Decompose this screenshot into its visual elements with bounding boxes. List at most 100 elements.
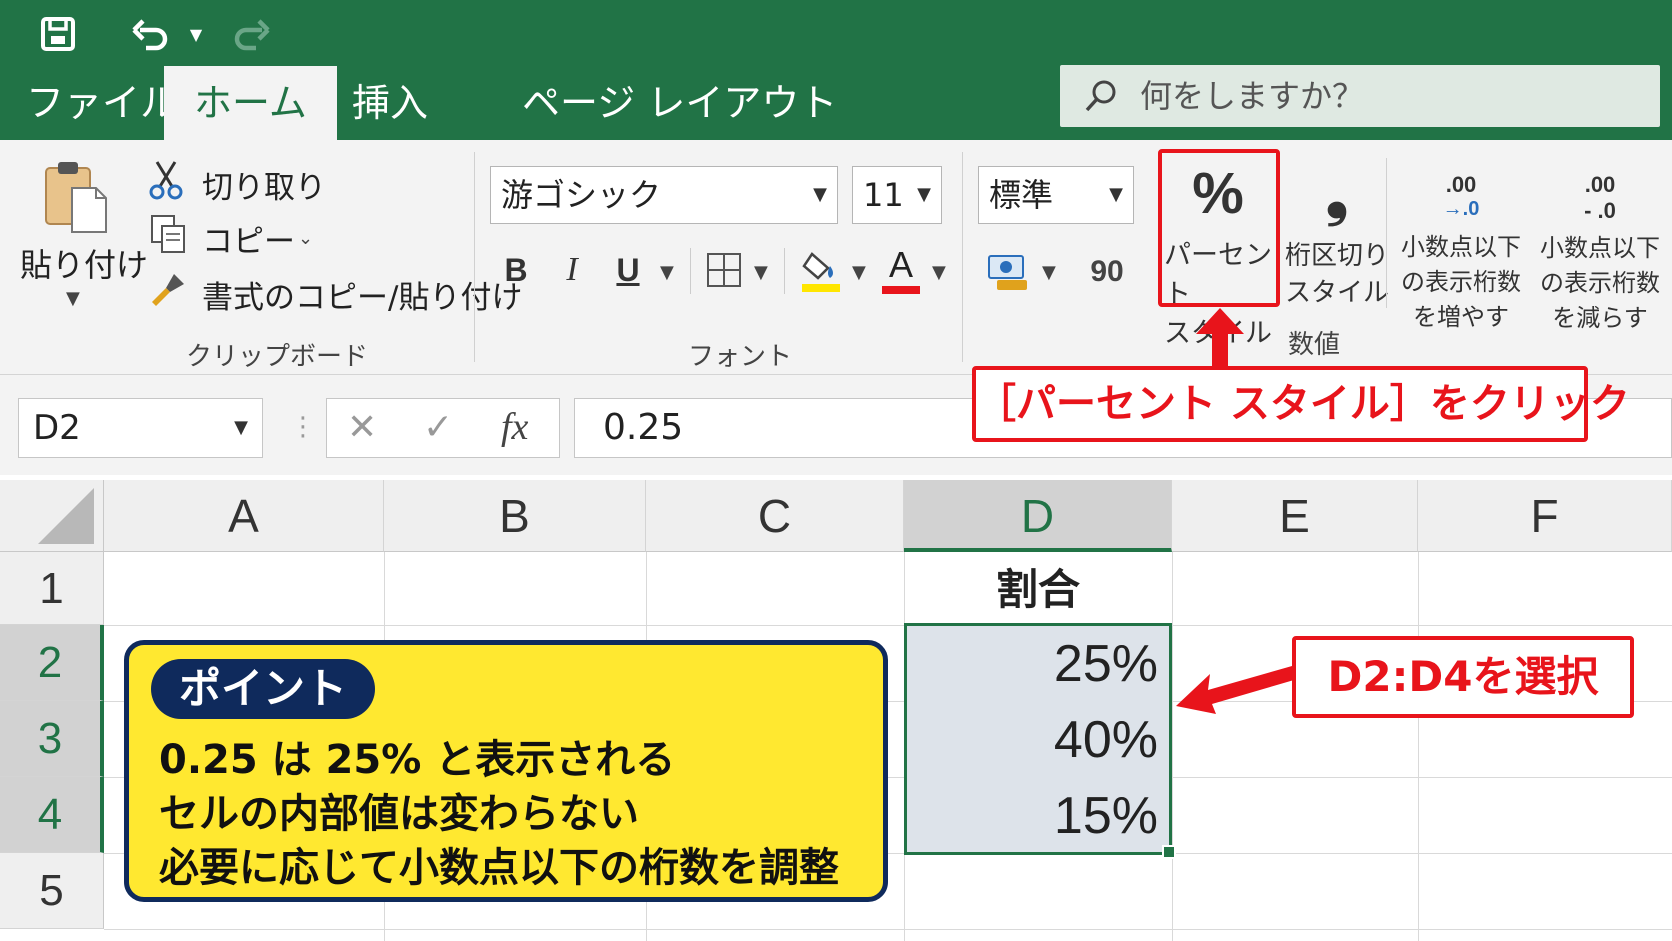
search-icon xyxy=(1082,77,1120,119)
decrease-decimal-sub-icon: - .0 xyxy=(1584,198,1616,223)
column-header-a[interactable]: A xyxy=(104,480,384,552)
font-size-value: 11 xyxy=(863,176,904,214)
chevron-down-icon: ▼ xyxy=(1109,184,1123,205)
decrease-decimal-label-1: 小数点以下 xyxy=(1540,234,1660,262)
row-header-5[interactable]: 5 xyxy=(0,853,104,929)
comma-style-button[interactable]: ❟ 桁区切り スタイル xyxy=(1284,150,1390,350)
enter-icon[interactable]: ✓ xyxy=(423,407,453,448)
grid-line xyxy=(104,625,1672,626)
scissors-icon[interactable] xyxy=(148,160,184,200)
column-header-f[interactable]: F xyxy=(1418,480,1672,552)
name-box-value: D2 xyxy=(33,408,81,448)
accounting-dropdown-icon[interactable]: ▼ xyxy=(1042,262,1056,283)
search-box[interactable]: 何をしますか？ xyxy=(1060,65,1660,127)
font-name-select[interactable]: 游ゴシック ▼ xyxy=(490,166,838,224)
row-header-3[interactable]: 3 xyxy=(0,701,104,777)
grid-line xyxy=(1172,552,1173,941)
copy-icon[interactable] xyxy=(150,214,188,254)
cancel-icon[interactable]: ✕ xyxy=(347,407,377,448)
undo-icon[interactable] xyxy=(128,10,172,58)
chevron-down-icon: ▼ xyxy=(234,417,248,438)
column-header-c[interactable]: C xyxy=(646,480,904,552)
number-format-select[interactable]: 標準 ▼ xyxy=(978,166,1134,224)
column-header-b[interactable]: B xyxy=(384,480,646,552)
search-placeholder: 何をしますか？ xyxy=(1140,77,1365,115)
row-header-1[interactable]: 1 xyxy=(0,552,104,625)
fill-handle[interactable] xyxy=(1162,845,1176,859)
comma-style-small-button[interactable]: 90 xyxy=(1082,250,1132,294)
name-box[interactable]: D2 ▼ xyxy=(18,398,263,458)
percent-callout: ［パーセント スタイル］をクリック xyxy=(972,366,1630,442)
bold-button[interactable]: B xyxy=(496,248,536,292)
redo-icon xyxy=(230,10,274,58)
font-color-button[interactable]: A xyxy=(880,244,922,294)
borders-icon[interactable] xyxy=(704,250,744,290)
font-color-swatch xyxy=(882,286,920,294)
row-header-4[interactable]: 4 xyxy=(0,777,104,853)
clipboard-group-label: クリップボード xyxy=(186,342,369,372)
accounting-format-icon[interactable] xyxy=(986,250,1030,294)
cell-d2[interactable]: 25% xyxy=(904,628,1158,700)
chevron-down-icon: ▼ xyxy=(813,184,827,205)
increase-decimal-icon: .00 xyxy=(1445,172,1477,197)
grid-line xyxy=(104,929,1672,930)
increase-decimal-label-1: 小数点以下 xyxy=(1401,233,1521,261)
italic-button[interactable]: I xyxy=(552,248,592,292)
undo-dropdown-icon[interactable]: ▼ xyxy=(184,10,208,58)
comma-style-label-1: 桁区切り xyxy=(1284,241,1389,271)
chevron-down-icon: ▼ xyxy=(917,184,931,205)
decrease-decimal-label-2: の表示桁数 xyxy=(1540,269,1660,297)
font-color-glyph: A xyxy=(888,244,913,285)
formula-value: 0.25 xyxy=(603,407,684,448)
cell-d4[interactable]: 15% xyxy=(904,780,1158,852)
increase-decimal-arrow-icon: →.0 xyxy=(1442,198,1480,220)
cell-d3[interactable]: 40% xyxy=(904,704,1158,776)
insert-function-icon[interactable]: fx xyxy=(501,405,528,449)
tab-home[interactable]: ホーム xyxy=(164,66,337,140)
tab-file[interactable]: ファイル xyxy=(26,66,178,140)
decrease-decimal-button[interactable]: .00 - .0 小数点以下 の表示桁数 を減らす xyxy=(1532,150,1668,350)
paste-icon[interactable] xyxy=(36,158,116,234)
cell-d1[interactable]: 割合 xyxy=(904,556,1172,624)
point-line-3: 必要に応じて小数点以下の桁数を調整 xyxy=(159,845,839,891)
underline-button[interactable]: U xyxy=(608,248,648,292)
save-icon[interactable] xyxy=(36,10,80,58)
underline-dropdown-icon[interactable]: ▼ xyxy=(660,262,674,283)
tab-page-layout[interactable]: ページ レイアウト xyxy=(522,66,837,140)
point-title: ポイント xyxy=(151,659,376,719)
font-name-value: 游ゴシック xyxy=(501,176,662,214)
range-callout: D2:D4を選択 xyxy=(1292,636,1634,718)
callout-arrow-up-icon xyxy=(1196,308,1244,370)
number-format-value: 標準 xyxy=(989,176,1054,214)
cut-label[interactable]: 切り取り xyxy=(202,162,326,207)
borders-dropdown-icon[interactable]: ▼ xyxy=(754,262,768,283)
paste-dropdown-icon[interactable]: ▼ xyxy=(66,288,80,309)
fill-color-icon[interactable] xyxy=(800,246,842,294)
decrease-decimal-icon: .00 xyxy=(1584,172,1616,197)
increase-decimal-label-2: の表示桁数 xyxy=(1401,268,1521,296)
copy-dropdown-icon[interactable]: ⌄ xyxy=(298,228,313,249)
percent-highlight-box xyxy=(1158,149,1280,307)
select-all-corner[interactable] xyxy=(0,480,104,552)
column-header-d[interactable]: D xyxy=(904,480,1172,552)
row-header-2[interactable]: 2 xyxy=(0,625,104,701)
font-separator xyxy=(690,248,691,294)
formula-bar-grip-icon[interactable]: ⋮ xyxy=(290,414,316,440)
comma-icon: ❟ xyxy=(1325,160,1349,228)
font-group-label: フォント xyxy=(688,342,793,372)
fill-color-dropdown-icon[interactable]: ▼ xyxy=(852,262,866,283)
format-painter-icon[interactable] xyxy=(150,270,188,310)
grid-line xyxy=(1418,552,1419,941)
select-all-icon xyxy=(38,488,94,544)
callout-arrow-left-icon xyxy=(1176,666,1294,714)
tab-insert[interactable]: 挿入 xyxy=(352,66,428,140)
point-line-1: 0.25 は 25% と表示される xyxy=(159,737,676,783)
increase-decimal-button[interactable]: .00 →.0 小数点以下 の表示桁数 を増やす xyxy=(1392,150,1530,350)
column-header-e[interactable]: E xyxy=(1172,480,1418,552)
font-color-dropdown-icon[interactable]: ▼ xyxy=(932,262,946,283)
paste-label[interactable]: 貼り付け xyxy=(20,240,148,286)
copy-label[interactable]: コピー xyxy=(202,216,295,261)
comma-style-label-2: スタイル xyxy=(1284,278,1389,308)
ribbon-separator xyxy=(962,152,963,362)
font-size-select[interactable]: 11 ▼ xyxy=(852,166,942,224)
